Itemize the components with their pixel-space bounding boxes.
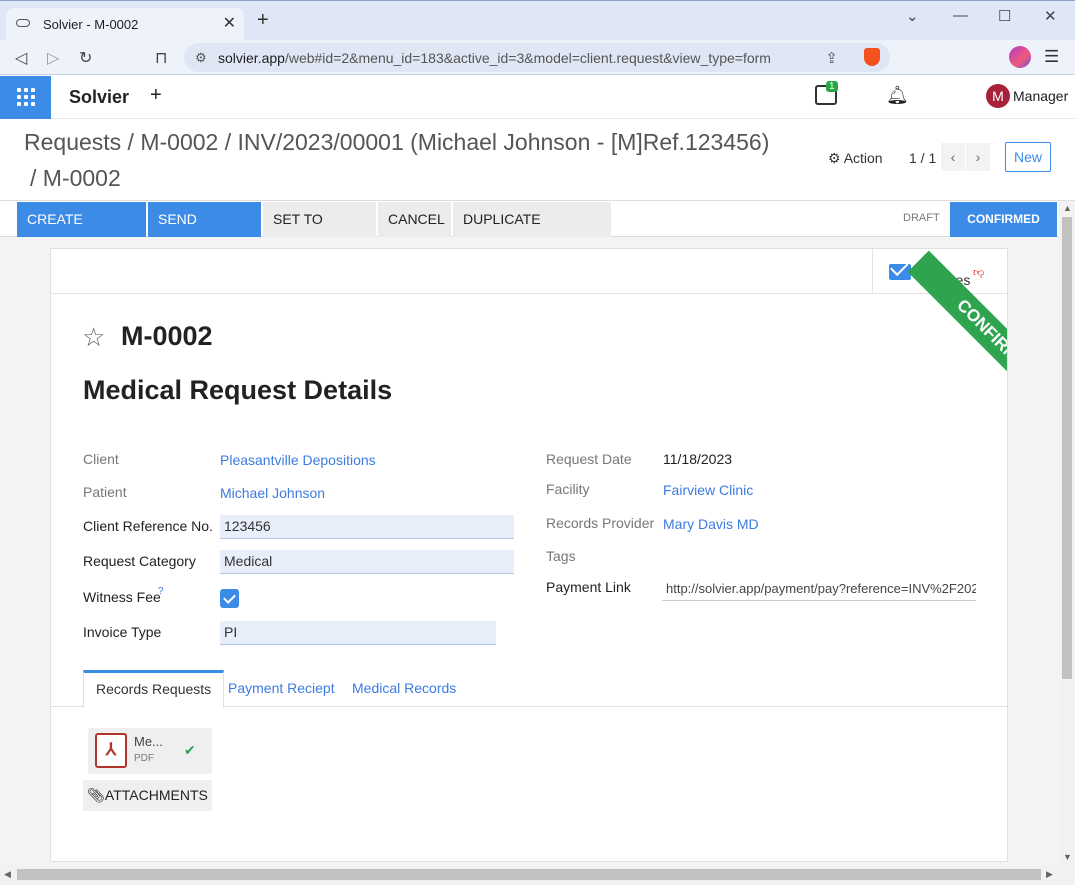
attachment-card[interactable]: ⅄ Me... PDF ✔ — [88, 728, 212, 774]
witness-fee-checkbox[interactable] — [220, 589, 239, 608]
browser-tab-strip: Solvier - M-0002 ✕ + ⌄ — ☐ ✕ — [0, 0, 1075, 41]
new-tab-button[interactable]: + — [257, 10, 269, 30]
maximize-icon[interactable]: ☐ — [998, 7, 1011, 25]
tab-records-requests[interactable]: Records Requests — [83, 670, 225, 708]
tab-search-icon[interactable]: ⌄ — [906, 7, 919, 25]
site-settings-icon[interactable]: ⚙ — [195, 50, 207, 66]
forward-icon[interactable]: ▷ — [47, 48, 59, 68]
back-icon[interactable]: ◁ — [15, 48, 27, 68]
thumbs-down-icon: 👎︎ — [973, 267, 985, 279]
bookmark-icon[interactable]: ⊓ — [155, 48, 167, 68]
browser-toolbar: ◁ ▷ ↻ ⊓ ⚙ solvier.app/web#id=2&menu_id=1… — [0, 40, 1075, 75]
paperclip-icon: 📎︎ — [87, 787, 105, 803]
status-bar: CREATE INVOICE SEND INVOICE SET TO DRAFT… — [0, 200, 1075, 262]
app-navbar: Solvier + 1 🔔︎ M Manager — [0, 76, 1075, 119]
avatar[interactable]: M — [986, 84, 1010, 108]
witness-fee-label: Witness Fee — [83, 589, 161, 605]
menu-icon[interactable]: ☰ — [1044, 47, 1059, 67]
apps-menu-button[interactable] — [0, 76, 51, 119]
breadcrumb-line-1[interactable]: Requests / M-0002 / INV/2023/00001 (Mich… — [24, 129, 769, 155]
tab-payment-reciept[interactable]: Payment Reciept — [216, 670, 347, 707]
address-bar[interactable]: ⚙ solvier.app/web#id=2&menu_id=183&activ… — [184, 43, 890, 72]
pager-previous-icon[interactable]: ‹ — [941, 143, 965, 171]
star-icon[interactable]: ☆ — [82, 322, 105, 353]
close-window-icon[interactable]: ✕ — [1044, 7, 1057, 25]
horizontal-scroll-thumb[interactable] — [17, 869, 1041, 880]
quick-create-button[interactable]: + — [150, 84, 162, 107]
request-date-value[interactable]: 11/18/2023 — [663, 451, 732, 467]
pager-next-icon[interactable]: › — [966, 143, 990, 171]
scroll-right-icon[interactable]: ▶ — [1046, 869, 1053, 880]
help-tooltip-icon[interactable]: ? — [158, 586, 164, 597]
set-to-draft-button[interactable]: SET TO DRAFT — [263, 202, 376, 262]
chat-badge: 1 — [826, 81, 838, 92]
vertical-scroll-thumb[interactable] — [1062, 217, 1072, 679]
user-name[interactable]: Manager — [1013, 88, 1068, 104]
breadcrumb: Requests / M-0002 / INV/2023/00001 (Mich… — [24, 124, 814, 196]
action-menu[interactable]: ⚙ Action — [828, 150, 883, 167]
close-tab-icon[interactable]: ✕ — [223, 13, 236, 33]
horizontal-scrollbar[interactable]: ◀ ▶ — [0, 865, 1075, 885]
stage-draft[interactable]: DRAFT — [903, 212, 940, 224]
app-brand[interactable]: Solvier — [69, 87, 129, 108]
records-provider-value[interactable]: Mary Davis MD — [663, 516, 759, 532]
records-provider-label: Records Provider — [546, 515, 655, 531]
scroll-left-icon[interactable]: ◀ — [4, 869, 11, 880]
profile-icon[interactable] — [1009, 46, 1031, 68]
pdf-icon: ⅄ — [95, 733, 127, 768]
new-record-button[interactable]: New — [1005, 142, 1051, 172]
notebook-tabs: Records Requests Payment Reciept Medical… — [51, 670, 1007, 708]
minimize-icon[interactable]: — — [953, 7, 968, 24]
breadcrumb-line-2: / M-0002 — [30, 165, 121, 191]
attachments-button[interactable]: 📎︎ATTACHMENTS — [83, 780, 212, 811]
facility-value[interactable]: Fairview Clinic — [663, 482, 753, 498]
payment-link-label: Payment Link — [546, 579, 631, 595]
apps-grid-icon — [17, 88, 35, 106]
duplicate-request-button[interactable]: DUPLICATE REQUEST — [453, 202, 611, 262]
client-value[interactable]: Pleasantville Depositions — [220, 452, 376, 468]
form-sheet: 1 Invoices 👎︎ CONFIRMED ☆ M-0002 Medical… — [50, 248, 1008, 862]
record-name: M-0002 — [121, 321, 213, 351]
attachment-type: PDF — [134, 753, 154, 764]
send-invoice-button[interactable]: SEND INVOICE — [148, 202, 261, 262]
invoice-type-field[interactable]: PI — [220, 621, 496, 645]
gear-icon: ⚙ — [828, 150, 841, 166]
client-label: Client — [83, 451, 119, 467]
tab-favicon-icon — [16, 19, 30, 27]
facility-label: Facility — [546, 481, 590, 497]
create-invoice-button[interactable]: CREATE INVOICE — [17, 202, 146, 262]
brave-shield-icon[interactable] — [864, 48, 880, 66]
payment-link-field[interactable]: http://solvier.app/payment/pay?reference… — [662, 577, 976, 601]
cancel-button[interactable]: CANCEL — [378, 202, 451, 237]
tags-label: Tags — [546, 548, 576, 564]
client-ref-label: Client Reference No. — [83, 518, 213, 534]
category-label: Request Category — [83, 553, 196, 569]
scroll-up-icon[interactable]: ▲ — [1063, 203, 1072, 213]
client-ref-field[interactable]: 123456 — [220, 515, 514, 539]
request-date-label: Request Date — [546, 451, 632, 467]
url-text[interactable]: solvier.app/web#id=2&menu_id=183&active_… — [218, 50, 771, 66]
patient-value[interactable]: Michael Johnson — [220, 485, 325, 501]
check-icon: ✔ — [184, 742, 196, 758]
button-box: 1 Invoices 👎︎ — [51, 249, 1007, 294]
category-field[interactable]: Medical — [220, 550, 514, 574]
action-label: Action — [843, 150, 883, 166]
pager-value[interactable]: 1 / 1 — [909, 150, 936, 166]
share-icon[interactable]: ⇪ — [825, 49, 838, 67]
scroll-down-icon[interactable]: ▼ — [1063, 852, 1072, 862]
tab-title: Solvier - M-0002 — [43, 17, 139, 32]
invoice-type-label: Invoice Type — [83, 624, 162, 640]
tab-medical-records[interactable]: Medical Records — [340, 670, 468, 707]
browser-tab[interactable]: Solvier - M-0002 ✕ — [6, 8, 244, 41]
attachment-name: Me... — [134, 734, 163, 749]
section-title: Medical Request Details — [83, 375, 393, 405]
vertical-scrollbar[interactable]: ▲ ▼ — [1059, 201, 1075, 865]
stage-confirmed[interactable]: CONFIRMED — [950, 202, 1057, 237]
bell-icon[interactable]: 🔔︎ — [886, 85, 909, 106]
patient-label: Patient — [83, 484, 127, 500]
reload-icon[interactable]: ↻ — [79, 48, 92, 68]
